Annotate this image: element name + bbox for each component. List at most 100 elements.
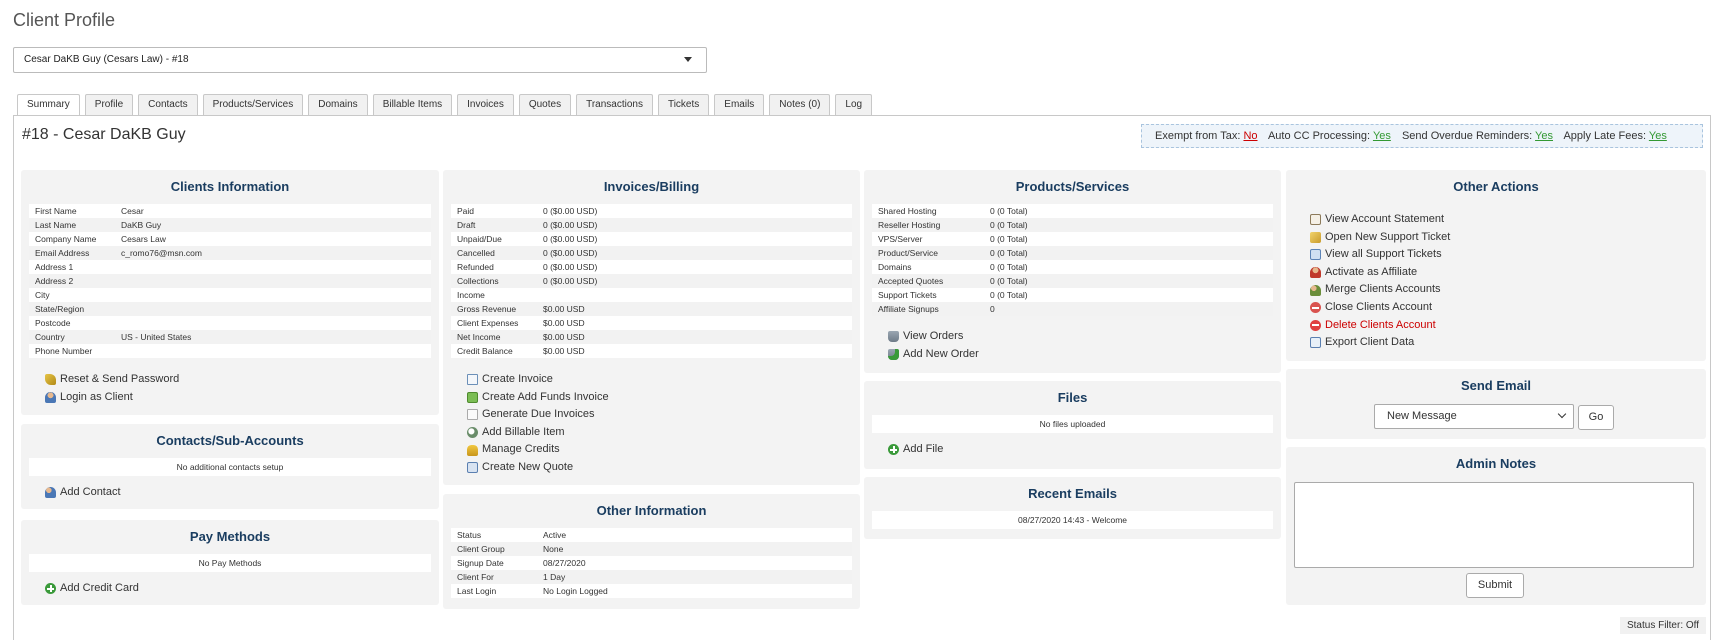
- table-row: Last Login No Login Logged: [457, 586, 608, 596]
- pay-methods-empty-message: No Pay Methods: [29, 554, 431, 572]
- chevron-down-icon: [1557, 409, 1567, 419]
- add-file-link[interactable]: Add File: [888, 441, 943, 459]
- client-flags: Exempt from Tax: No Auto CC Processing: …: [1141, 124, 1703, 148]
- files-panel: Files No files uploaded Add File: [864, 381, 1281, 469]
- email-template-select[interactable]: New Message: [1374, 404, 1574, 429]
- overdue-reminders-toggle[interactable]: Yes: [1535, 130, 1553, 142]
- quote-icon: [467, 462, 478, 474]
- activate-as-affiliate-link[interactable]: Activate as Affiliate: [1310, 264, 1450, 282]
- tab-quotes[interactable]: Quotes: [518, 94, 572, 116]
- table-row: Email Address c_romo76@msn.com: [29, 246, 431, 260]
- table-row: Draft 0 ($0.00 USD): [451, 218, 852, 232]
- manage-credits-link[interactable]: Manage Credits: [467, 441, 609, 459]
- delete-circle-icon: [1310, 319, 1321, 331]
- late-fees-toggle[interactable]: Yes: [1649, 130, 1667, 142]
- view-account-statement-link[interactable]: View Account Statement: [1310, 211, 1450, 229]
- key-icon: [45, 374, 56, 386]
- table-row: Address 1: [35, 262, 74, 272]
- table-row: Net Income $0.00 USD: [451, 330, 852, 344]
- create-add-funds-invoice-link[interactable]: Create Add Funds Invoice: [467, 389, 609, 407]
- user-icon: [45, 391, 56, 403]
- table-row: Phone Number: [35, 346, 93, 356]
- table-row: Signup Date 08/27/2020: [457, 558, 586, 568]
- other-actions-panel: Other Actions View Account Statement Ope…: [1286, 170, 1706, 361]
- tab-billable-items[interactable]: Billable Items: [372, 94, 453, 116]
- email-template-value: New Message: [1387, 410, 1457, 422]
- tab-summary[interactable]: Summary: [17, 94, 80, 117]
- clients-information-links: Reset & Send Password Login as Client: [45, 371, 179, 406]
- add-billable-item-link[interactable]: Add Billable Item: [467, 424, 609, 442]
- table-row: Client Expenses $0.00 USD: [457, 318, 585, 328]
- table-row: Shared Hosting 0 (0 Total): [878, 206, 1028, 216]
- table-row: Address 2: [29, 274, 431, 288]
- exempt-tax-toggle[interactable]: No: [1243, 130, 1257, 142]
- table-row: Credit Balance $0.00 USD: [457, 346, 585, 356]
- statement-icon: [1310, 214, 1321, 226]
- merge-clients-accounts-link[interactable]: Merge Clients Accounts: [1310, 281, 1450, 299]
- affiliate-user-icon: [1310, 267, 1321, 279]
- close-circle-icon: [1310, 302, 1321, 314]
- clients-information-panel: Clients Information First Name Cesar Last…: [21, 170, 439, 415]
- contacts-panel: Contacts/Sub-Accounts No additional cont…: [21, 424, 439, 509]
- add-new-order-link[interactable]: Add New Order: [888, 346, 979, 364]
- tab-notes[interactable]: Notes (0): [769, 94, 831, 116]
- invoices-billing-title: Invoices/Billing: [603, 179, 700, 194]
- table-row: City: [35, 290, 50, 300]
- tab-transactions[interactable]: Transactions: [576, 94, 653, 116]
- pay-methods-panel: Pay Methods No Pay Methods Add Credit Ca…: [21, 520, 439, 605]
- admin-notes-textarea[interactable]: [1294, 482, 1694, 568]
- delete-clients-account-link[interactable]: Delete Clients Account: [1310, 317, 1450, 335]
- tab-domains[interactable]: Domains: [308, 94, 368, 116]
- overdue-reminders-label: Send Overdue Reminders:: [1401, 130, 1533, 142]
- send-email-title: Send Email: [1460, 378, 1532, 393]
- table-row: Affiliate Signups 0: [872, 302, 1273, 316]
- table-row: Postcode: [35, 318, 71, 328]
- table-row: Client For 1 Day: [451, 570, 852, 584]
- clients-information-table: First Name Cesar Last Name DaKB Guy Compan…: [29, 204, 431, 358]
- invoice-icon: [467, 374, 478, 386]
- other-information-title: Other Information: [596, 503, 707, 518]
- tab-products-services[interactable]: Products/Services: [202, 94, 304, 116]
- table-row: Product/Service 0 (0 Total): [872, 246, 1273, 260]
- files-title: Files: [1057, 390, 1088, 405]
- other-information-panel: Other Information Status Active Client Gr…: [443, 494, 860, 609]
- tab-invoices[interactable]: Invoices: [457, 94, 514, 116]
- add-contact-link[interactable]: Add Contact: [45, 484, 121, 502]
- client-selector[interactable]: Cesar DaKB Guy (Cesars Law) - #18: [13, 47, 707, 73]
- table-row: Company Name Cesars Law: [35, 234, 166, 244]
- client-heading: #18 - Cesar DaKB Guy: [22, 126, 186, 143]
- recent-email-item[interactable]: 08/27/2020 14:43 - Welcome: [872, 511, 1273, 529]
- add-credit-card-link[interactable]: Add Credit Card: [45, 580, 139, 598]
- table-row: Accepted Quotes 0 (0 Total): [872, 274, 1273, 288]
- export-client-data-link[interactable]: Export Client Data: [1310, 334, 1450, 352]
- tab-profile[interactable]: Profile: [84, 94, 134, 116]
- tab-emails[interactable]: Emails: [714, 94, 765, 116]
- tab-tickets[interactable]: Tickets: [657, 94, 710, 116]
- view-orders-link[interactable]: View Orders: [888, 328, 979, 346]
- open-new-support-ticket-link[interactable]: Open New Support Ticket: [1310, 229, 1450, 247]
- close-clients-account-link[interactable]: Close Clients Account: [1310, 299, 1450, 317]
- send-email-go-button[interactable]: Go: [1578, 405, 1614, 430]
- admin-notes-submit-button[interactable]: Submit: [1466, 573, 1524, 598]
- files-empty-message: No files uploaded: [872, 415, 1273, 433]
- page-icon: [467, 409, 478, 421]
- status-filter-toggle[interactable]: Status Filter: Off: [1620, 617, 1706, 634]
- table-row: Country US - United States: [29, 330, 431, 344]
- table-row: Status Active: [457, 530, 567, 540]
- plus-icon: [888, 444, 899, 456]
- reset-password-link[interactable]: Reset & Send Password: [45, 371, 179, 389]
- table-row: Gross Revenue $0.00 USD: [451, 302, 852, 316]
- create-invoice-link[interactable]: Create Invoice: [467, 371, 609, 389]
- table-row: State/Region: [29, 302, 431, 316]
- table-row: Domains 0 (0 Total): [878, 262, 1028, 272]
- view-all-support-tickets-link[interactable]: View all Support Tickets: [1310, 246, 1450, 264]
- other-actions-title: Other Actions: [1453, 179, 1539, 194]
- login-as-client-link[interactable]: Login as Client: [45, 389, 179, 407]
- table-row: Unpaid/Due 0 ($0.00 USD): [457, 234, 598, 244]
- create-new-quote-link[interactable]: Create New Quote: [467, 459, 609, 477]
- clients-information-title: Clients Information: [170, 179, 290, 194]
- tab-log[interactable]: Log: [835, 94, 873, 116]
- auto-cc-toggle[interactable]: Yes: [1373, 130, 1391, 142]
- generate-due-invoices-link[interactable]: Generate Due Invoices: [467, 406, 609, 424]
- tab-contacts[interactable]: Contacts: [138, 94, 198, 116]
